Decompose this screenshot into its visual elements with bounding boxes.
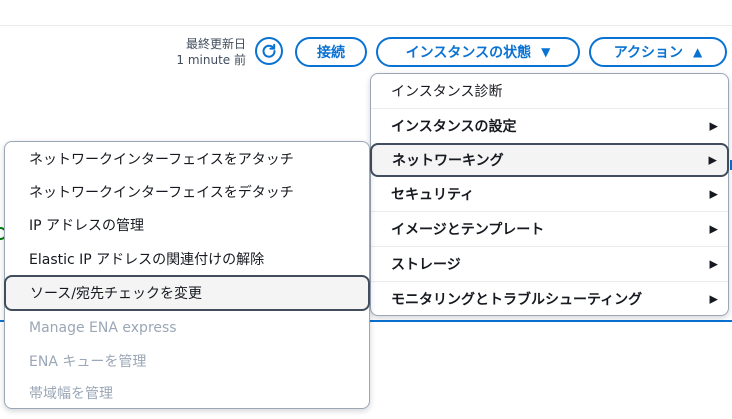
submenu-item-manage-bandwidth: 帯域幅を管理: [5, 377, 369, 408]
instance-state-label: インスタンスの状態: [405, 45, 532, 61]
submenu-item-label: 帯域幅を管理: [29, 385, 113, 402]
submenu-item-disassociate-elastic-ip[interactable]: Elastic IP アドレスの関連付けの解除: [5, 242, 369, 275]
submenu-item-label: ネットワークインターフェイスをデタッチ: [29, 184, 294, 201]
connect-label: 接続: [317, 45, 345, 61]
menu-item-instance-diagnostics[interactable]: インスタンス診断: [371, 74, 728, 108]
menu-item-images-templates[interactable]: イメージとテンプレート ▶: [371, 212, 728, 246]
submenu-item-attach-network-interface[interactable]: ネットワークインターフェイスをアタッチ: [5, 142, 369, 175]
refresh-button[interactable]: [255, 37, 283, 65]
menu-item-networking[interactable]: ネットワーキング ▶: [370, 143, 729, 177]
submenu-item-label: ENA キューを管理: [29, 353, 147, 370]
menu-item-label: イメージとテンプレート: [391, 222, 545, 238]
chevron-right-icon: ▶: [709, 222, 718, 236]
submenu-item-label: Elastic IP アドレスの関連付けの解除: [29, 251, 265, 268]
menu-item-label: モニタリングとトラブルシューティング: [391, 291, 643, 308]
chevron-right-icon: ▶: [709, 187, 718, 201]
submenu-item-label: IP アドレスの管理: [29, 218, 145, 234]
chevron-right-icon: ▶: [709, 292, 718, 305]
actions-menu: インスタンス診断 インスタンスの設定 ▶ ネットワーキング ▶ セキュリティ ▶…: [370, 73, 729, 316]
caret-up-icon: ▲: [693, 45, 703, 59]
instance-state-button[interactable]: インスタンスの状態 ▼: [376, 37, 580, 67]
menu-item-monitoring[interactable]: モニタリングとトラブルシューティング ▶: [371, 282, 728, 315]
menu-item-label: インスタンスの設定: [391, 119, 517, 135]
top-divider: [0, 25, 732, 26]
refresh-icon: [261, 43, 277, 59]
submenu-item-label: ネットワークインターフェイスをアタッチ: [29, 151, 294, 168]
menu-item-storage[interactable]: ストレージ ▶: [371, 247, 728, 281]
menu-item-security[interactable]: セキュリティ ▶: [371, 177, 728, 211]
menu-item-label: ネットワーキング: [392, 153, 504, 169]
networking-submenu: ネットワークインターフェイスをアタッチ ネットワークインターフェイスをデタッチ …: [4, 141, 370, 409]
chevron-right-icon: ▶: [709, 257, 718, 271]
chevron-right-icon: ▶: [708, 153, 717, 167]
menu-item-instance-settings[interactable]: インスタンスの設定 ▶: [371, 109, 728, 143]
submenu-item-manage-ip-addresses[interactable]: IP アドレスの管理: [5, 208, 369, 242]
submenu-item-manage-ena-express: Manage ENA express: [5, 311, 369, 344]
connect-button[interactable]: 接続: [295, 37, 367, 67]
last-updated-label: 最終更新日: [185, 37, 246, 51]
actions-button[interactable]: アクション ▲: [589, 37, 727, 67]
menu-item-label: ストレージ: [391, 257, 461, 273]
caret-down-icon: ▼: [541, 45, 551, 59]
submenu-item-label: ソース/宛先チェックを変更: [30, 286, 203, 302]
actions-label: アクション: [613, 45, 684, 61]
submenu-item-manage-ena-queues: ENA キューを管理: [5, 344, 369, 377]
menu-item-label: インスタンス診断: [391, 84, 503, 100]
chevron-right-icon: ▶: [709, 119, 718, 133]
menu-item-label: セキュリティ: [391, 187, 475, 203]
last-updated-value: 1 minute 前: [176, 53, 246, 67]
submenu-item-label: Manage ENA express: [29, 319, 177, 336]
last-updated: 最終更新日 1 minute 前: [176, 36, 246, 68]
submenu-item-change-source-dest-check[interactable]: ソース/宛先チェックを変更: [4, 275, 370, 311]
submenu-item-detach-network-interface[interactable]: ネットワークインターフェイスをデタッチ: [5, 175, 369, 208]
